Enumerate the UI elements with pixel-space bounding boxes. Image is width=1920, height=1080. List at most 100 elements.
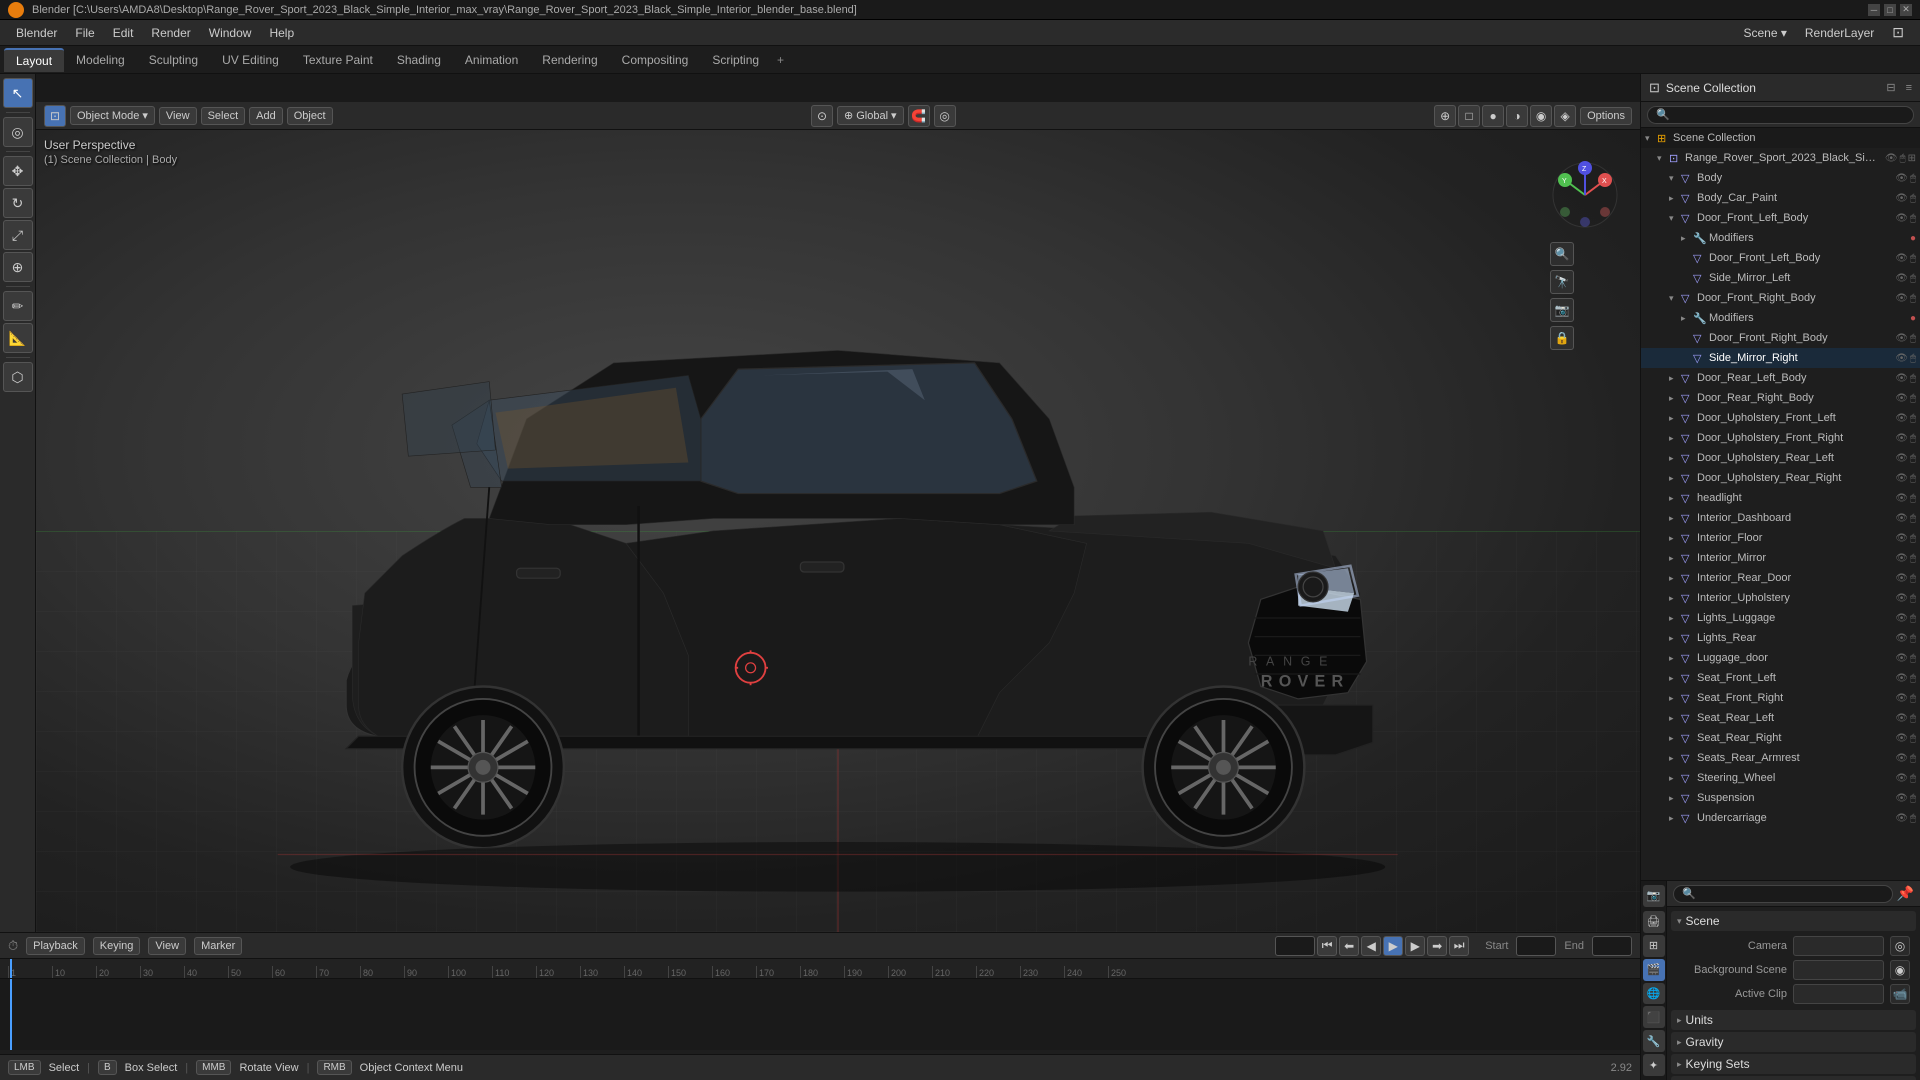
outliner-seats-rear-armrest[interactable]: ▸ ▽ Seats_Rear_Armrest 👁🖱: [1641, 748, 1920, 768]
audio-header[interactable]: ▸ Audio: [1671, 1076, 1916, 1080]
outliner-seat-fr[interactable]: ▸ ▽ Seat_Front_Right 👁🖱: [1641, 688, 1920, 708]
tab-uv-editing[interactable]: UV Editing: [210, 49, 291, 71]
outliner-seat-rr[interactable]: ▸ ▽ Seat_Rear_Right 👁🖱: [1641, 728, 1920, 748]
proportional-edit[interactable]: ◎: [934, 105, 956, 127]
zoom-in-btn[interactable]: 🔍: [1550, 242, 1574, 266]
scale-tool[interactable]: ⤢: [3, 220, 33, 250]
cursor-tool[interactable]: ◎: [3, 117, 33, 147]
prop-tab-view-layer[interactable]: ⊞: [1643, 935, 1665, 957]
outliner-door-fl-body[interactable]: ▾ ▽ Door_Front_Left_Body 👁🖱: [1641, 208, 1920, 228]
outliner-interior-mirror[interactable]: ▸ ▽ Interior_Mirror 👁🖱: [1641, 548, 1920, 568]
camera-btn[interactable]: 📷: [1550, 298, 1574, 322]
outliner-headlight[interactable]: ▸ ▽ headlight 👁🖱: [1641, 488, 1920, 508]
outliner-door-upholstery-rr[interactable]: ▸ ▽ Door_Upholstery_Rear_Right 👁🖱: [1641, 468, 1920, 488]
engine-selector[interactable]: Scene ▾: [1736, 24, 1795, 42]
outliner-door-upholstery-rl[interactable]: ▸ ▽ Door_Upholstery_Rear_Left 👁🖱: [1641, 448, 1920, 468]
outliner-side-mirror-right[interactable]: ▽ Side_Mirror_Right 👁🖱: [1641, 348, 1920, 368]
outliner-suspension[interactable]: ▸ ▽ Suspension 👁🖱: [1641, 788, 1920, 808]
prop-tab-world[interactable]: 🌐: [1643, 983, 1665, 1005]
outliner-filter-icon[interactable]: ⊟: [1886, 81, 1895, 94]
overlay-toggle[interactable]: ⊕: [1434, 105, 1456, 127]
scene-section-header[interactable]: ▾ Scene: [1671, 911, 1916, 931]
view-menu[interactable]: View: [159, 107, 197, 125]
keying-sets-header[interactable]: ▸ Keying Sets: [1671, 1054, 1916, 1074]
active-clip-icon[interactable]: 📹: [1890, 984, 1910, 1004]
outliner-settings-icon[interactable]: ≡: [1906, 82, 1912, 94]
editor-type-icon[interactable]: ⊡: [1884, 22, 1912, 43]
outliner-door-rl[interactable]: ▸ ▽ Door_Rear_Left_Body 👁🖱: [1641, 368, 1920, 388]
outliner-luggage-door[interactable]: ▸ ▽ Luggage_door 👁🖱: [1641, 648, 1920, 668]
solid-view[interactable]: ●: [1482, 105, 1504, 127]
outliner-side-mirror-left[interactable]: ▽ Side_Mirror_Left 👁🖱: [1641, 268, 1920, 288]
outliner-door-fr-body[interactable]: ▾ ▽ Door_Front_Right_Body 👁🖱: [1641, 288, 1920, 308]
next-keyframe-btn[interactable]: ▶: [1405, 936, 1425, 956]
menu-file[interactable]: File: [67, 24, 102, 42]
menu-help[interactable]: Help: [261, 24, 302, 42]
outliner-door-fr-mesh[interactable]: ▽ Door_Front_Right_Body 👁🖱: [1641, 328, 1920, 348]
measure-tool[interactable]: 📐: [3, 323, 33, 353]
current-frame-input[interactable]: 1: [1275, 936, 1315, 956]
menu-edit[interactable]: Edit: [105, 24, 142, 42]
play-pause-btn[interactable]: ▶: [1383, 936, 1403, 956]
transform-tool[interactable]: ⊕: [3, 252, 33, 282]
tab-texture-paint[interactable]: Texture Paint: [291, 49, 385, 71]
keying-dropdown[interactable]: Keying: [93, 937, 141, 955]
pivot-point-icon[interactable]: ⊙: [811, 105, 833, 127]
next-frame-btn[interactable]: ➡: [1427, 936, 1447, 956]
viewport-mode-icon[interactable]: ⊡: [44, 105, 66, 127]
render-layer-selector[interactable]: RenderLayer: [1797, 24, 1882, 42]
outliner-seat-fl[interactable]: ▸ ▽ Seat_Front_Left 👁🖱: [1641, 668, 1920, 688]
prop-tab-object[interactable]: ⬛: [1643, 1006, 1665, 1028]
rotate-tool[interactable]: ↻: [3, 188, 33, 218]
view-dropdown[interactable]: View: [148, 937, 186, 955]
marker-dropdown[interactable]: Marker: [194, 937, 242, 955]
outliner-modifiers-fr[interactable]: ▸ 🔧 Modifiers ●: [1641, 308, 1920, 328]
object-mode-dropdown[interactable]: Object Mode ▾: [70, 106, 155, 125]
outliner-interior-upholstery[interactable]: ▸ ▽ Interior_Upholstery 👁🖱: [1641, 588, 1920, 608]
end-frame-input[interactable]: 250: [1592, 936, 1632, 956]
prop-tab-scene[interactable]: 🎬: [1643, 959, 1665, 981]
prev-frame-btn[interactable]: ⬅: [1339, 936, 1359, 956]
outliner-interior-floor[interactable]: ▸ ▽ Interior_Floor 👁🖱: [1641, 528, 1920, 548]
gravity-section-header[interactable]: ▸ Gravity: [1671, 1032, 1916, 1052]
tab-compositing[interactable]: Compositing: [610, 49, 701, 71]
outliner-range-rover[interactable]: ▾ ⊡ Range_Rover_Sport_2023_Black_Simple_…: [1641, 148, 1920, 168]
eevee-view[interactable]: ◈: [1554, 105, 1576, 127]
tab-rendering[interactable]: Rendering: [530, 49, 609, 71]
menu-window[interactable]: Window: [201, 24, 260, 42]
close-button[interactable]: ✕: [1900, 4, 1912, 16]
props-pin-icon[interactable]: 📌: [1897, 885, 1914, 902]
outliner-seat-rl[interactable]: ▸ ▽ Seat_Rear_Left 👁🖱: [1641, 708, 1920, 728]
prev-keyframe-btn[interactable]: ◀: [1361, 936, 1381, 956]
menu-render[interactable]: Render: [143, 24, 198, 42]
viewport-3d[interactable]: ROVER RANGE: [36, 130, 1640, 932]
select-tool[interactable]: ↖: [3, 78, 33, 108]
maximize-button[interactable]: □: [1884, 4, 1896, 16]
playback-dropdown[interactable]: Playback: [26, 937, 85, 955]
outliner-door-fl-mesh[interactable]: ▽ Door_Front_Left_Body 👁🖱: [1641, 248, 1920, 268]
active-clip-value[interactable]: [1793, 984, 1884, 1004]
tab-animation[interactable]: Animation: [453, 49, 530, 71]
jump-to-start-btn[interactable]: ⏮: [1317, 936, 1337, 956]
tab-sculpting[interactable]: Sculpting: [137, 49, 210, 71]
window-controls[interactable]: ─ □ ✕: [1868, 4, 1912, 16]
lock-btn[interactable]: 🔒: [1550, 326, 1574, 350]
outliner-interior-dashboard[interactable]: ▸ ▽ Interior_Dashboard 👁🖱: [1641, 508, 1920, 528]
tab-layout[interactable]: Layout: [4, 48, 64, 72]
tab-shading[interactable]: Shading: [385, 49, 453, 71]
timeline-content[interactable]: [0, 979, 1640, 1050]
menu-blender[interactable]: Blender: [8, 24, 65, 42]
bg-scene-value[interactable]: [1793, 960, 1884, 980]
outliner-lights-luggage[interactable]: ▸ ▽ Lights_Luggage 👁🖱: [1641, 608, 1920, 628]
props-search-input[interactable]: [1673, 885, 1893, 903]
tab-modeling[interactable]: Modeling: [64, 49, 137, 71]
outliner-undercarriage[interactable]: ▸ ▽ Undercarriage 👁🖱: [1641, 808, 1920, 828]
add-workspace-button[interactable]: +: [771, 51, 790, 69]
add-cube-tool[interactable]: ⬡: [3, 362, 33, 392]
outliner-steering-wheel[interactable]: ▸ ▽ Steering_Wheel 👁🖱: [1641, 768, 1920, 788]
rendered-view[interactable]: ◉: [1530, 105, 1552, 127]
object-menu[interactable]: Object: [287, 107, 333, 125]
minimize-button[interactable]: ─: [1868, 4, 1880, 16]
outliner-door-upholstery-fr[interactable]: ▸ ▽ Door_Upholstery_Front_Right 👁🖱: [1641, 428, 1920, 448]
start-frame-input[interactable]: 1: [1516, 936, 1556, 956]
